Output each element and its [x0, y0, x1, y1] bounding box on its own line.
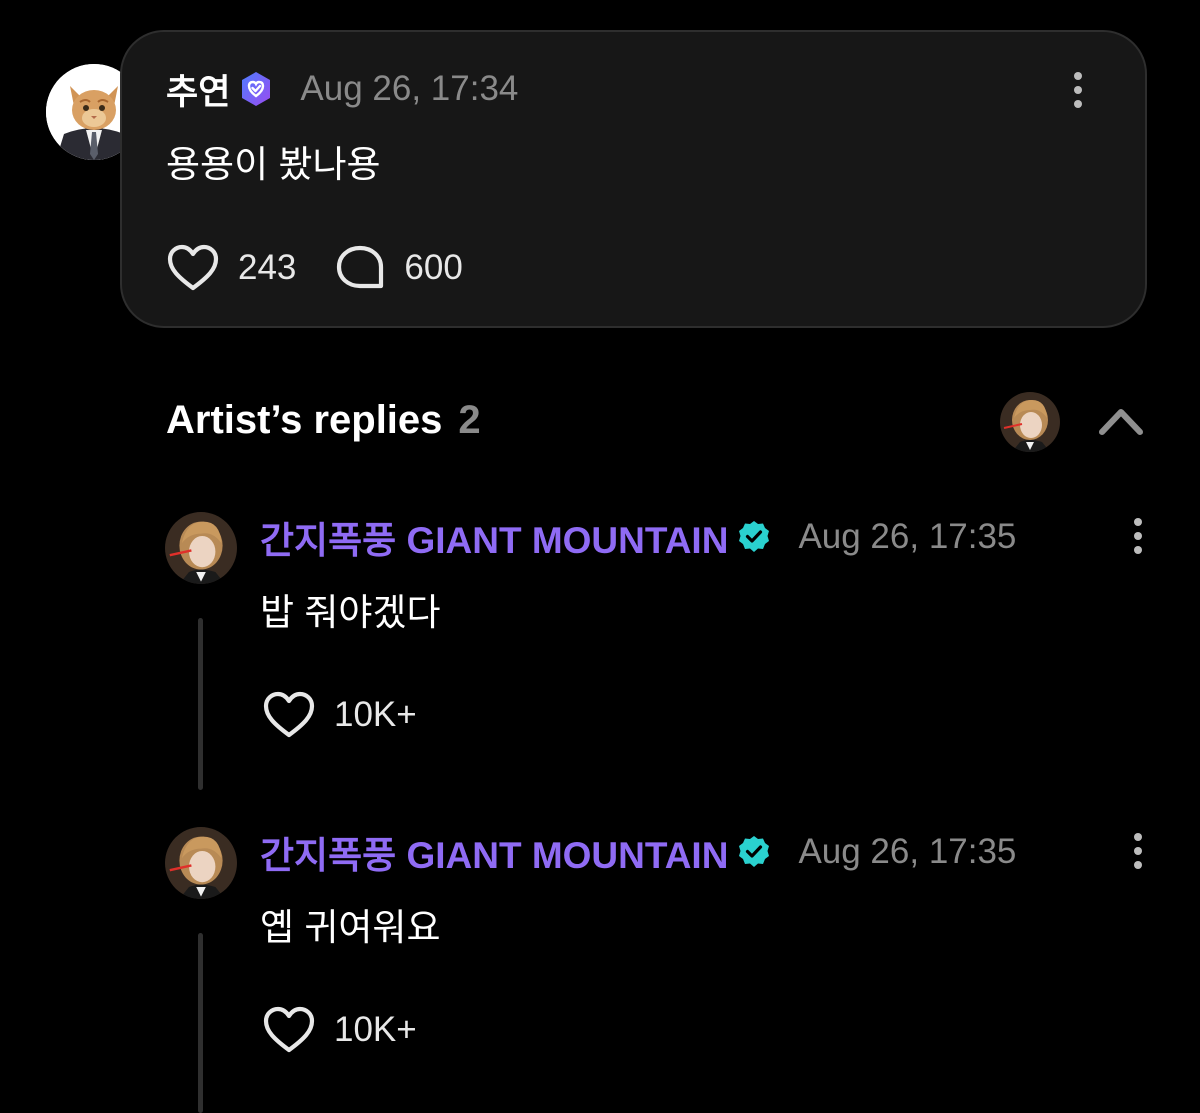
artist-verified-badge-icon	[739, 836, 770, 867]
reply-artist-avatar[interactable]	[165, 827, 237, 899]
like-heart-icon[interactable]	[166, 243, 220, 293]
reply-timestamp: Aug 26, 17:35	[798, 517, 1017, 556]
post-body-text: 용용이 봤나용	[166, 144, 381, 185]
thread-line	[198, 933, 203, 1113]
artist-replies-title: Artist’s replies	[166, 398, 443, 442]
reply-author-name[interactable]: 간지폭풍 GIANT MOUNTAIN	[260, 510, 728, 564]
comment-bubble-icon[interactable]	[334, 243, 386, 293]
artist-portrait-image	[1000, 392, 1060, 452]
like-heart-icon[interactable]	[262, 1005, 316, 1055]
post-like-count: 243	[238, 248, 297, 287]
artist-replies-count: 2	[458, 398, 481, 442]
post-header: 추연 Aug 26, 17:34	[166, 66, 518, 112]
post-timestamp: Aug 26, 17:34	[300, 69, 519, 108]
post-comment-count: 600	[404, 248, 463, 287]
reply-like-count: 10K+	[334, 695, 417, 734]
reply-body-text: 밥 줘야겠다	[260, 592, 441, 633]
like-heart-icon[interactable]	[262, 690, 316, 740]
more-vertical-icon[interactable]	[1066, 70, 1090, 110]
thread-line	[198, 618, 203, 790]
reply-body-text: 옙 귀여워요	[260, 907, 441, 948]
reply-actions: 10K+	[262, 690, 417, 740]
post-author-name[interactable]: 추연	[166, 64, 230, 115]
artist-portrait-image	[165, 512, 237, 584]
reply-timestamp: Aug 26, 17:35	[798, 832, 1017, 871]
reply-artist-avatar[interactable]	[165, 512, 237, 584]
reply-actions: 10K+	[262, 1005, 417, 1055]
fan-verified-badge-icon	[242, 72, 271, 106]
chevron-up-icon[interactable]	[1096, 402, 1146, 438]
reply-header: 간지폭풍 GIANT MOUNTAIN Aug 26, 17:35	[260, 829, 1017, 876]
reply-author-name[interactable]: 간지폭풍 GIANT MOUNTAIN	[260, 825, 728, 879]
more-vertical-icon[interactable]	[1126, 516, 1150, 556]
artist-replies-screen: 추연 Aug 26, 17:34 용용이 봤나용 243 600 Artist’…	[0, 0, 1200, 1113]
reply-header: 간지폭풍 GIANT MOUNTAIN Aug 26, 17:35	[260, 514, 1017, 561]
more-vertical-icon[interactable]	[1126, 831, 1150, 871]
artist-avatar-small[interactable]	[1000, 392, 1060, 452]
artist-verified-badge-icon	[739, 521, 770, 552]
post-actions: 243 600	[166, 243, 463, 293]
reply-like-count: 10K+	[334, 1010, 417, 1049]
artist-replies-header: Artist’s replies 2	[166, 398, 481, 443]
artist-portrait-image	[165, 827, 237, 899]
